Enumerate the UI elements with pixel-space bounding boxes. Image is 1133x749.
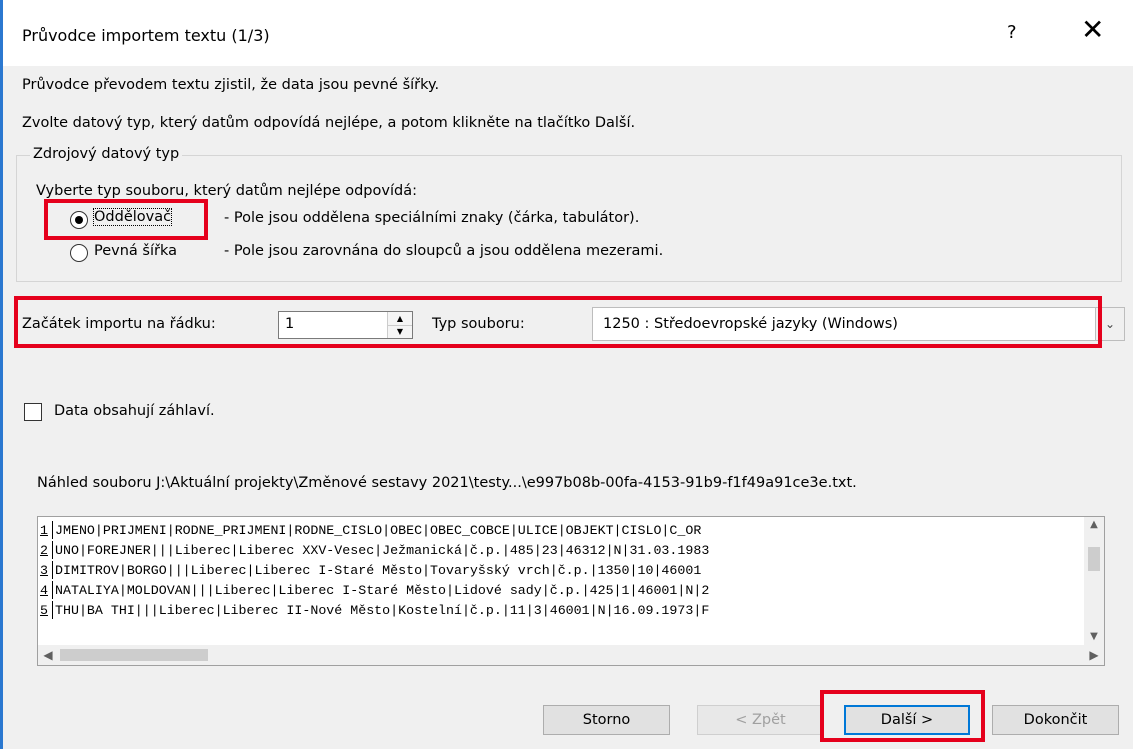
back-button[interactable]: < Zpět xyxy=(697,705,824,735)
scroll-down-icon[interactable]: ▼ xyxy=(1084,629,1104,645)
preview-line: 4 NATALIYA|MOLDOVAN|||Liberec|Liberec I-S… xyxy=(38,581,1086,601)
scroll-up-icon[interactable]: ▲ xyxy=(1084,517,1104,533)
preview-line: 2 UNO|FOREJNER|||Liberec|Liberec XXV-Vese… xyxy=(38,541,1086,561)
preview-line: 3 DIMITROV|BORGO|||Liberec|Liberec I-Star… xyxy=(38,561,1086,581)
preview-horizontal-scrollbar[interactable]: ◀ ▶ xyxy=(38,645,1104,665)
line-number: 1 xyxy=(40,523,48,538)
cancel-button[interactable]: Storno xyxy=(543,705,670,735)
preview-caption: Náhled souboru J:\Aktuální projekty\Změn… xyxy=(37,475,857,491)
line-text: THU|BA THI|||Liberec|Liberec II-Nové Měs… xyxy=(55,603,710,618)
line-separator xyxy=(52,581,53,600)
line-number: 5 xyxy=(40,603,48,618)
vertical-scroll-thumb[interactable] xyxy=(1088,547,1100,571)
line-separator xyxy=(52,561,53,580)
line-separator xyxy=(52,541,53,560)
radio-fixed-width-description: - Pole jsou zarovnána do sloupců a jsou … xyxy=(224,243,664,259)
window-title: Průvodce importem textu (1/3) xyxy=(22,26,270,45)
radio-fixed-width[interactable] xyxy=(70,244,88,262)
line-separator xyxy=(52,601,53,620)
line-separator xyxy=(52,521,53,540)
highlight-box-delimited xyxy=(44,199,208,240)
window-left-edge xyxy=(0,0,3,749)
header-checkbox-label[interactable]: Data obsahují záhlaví. xyxy=(54,403,215,419)
horizontal-scroll-thumb[interactable] xyxy=(60,649,208,661)
header-checkbox[interactable] xyxy=(24,403,42,421)
highlight-box-next xyxy=(820,690,985,742)
highlight-box-import-settings xyxy=(14,296,1102,348)
finish-button[interactable]: Dokončit xyxy=(992,705,1119,735)
close-button[interactable]: ✕ xyxy=(1081,16,1104,44)
scroll-right-icon[interactable]: ▶ xyxy=(1084,645,1104,665)
line-text: UNO|FOREJNER|||Liberec|Liberec XXV-Vesec… xyxy=(55,543,710,558)
preview-lines: 1 JMENO|PRIJMENI|RODNE_PRIJMENI|RODNE_CIS… xyxy=(38,521,1086,639)
source-type-prompt: Vyberte typ souboru, který datům nejlépe… xyxy=(36,183,417,199)
line-text: JMENO|PRIJMENI|RODNE_PRIJMENI|RODNE_CISL… xyxy=(55,523,702,538)
help-button[interactable]: ? xyxy=(1007,22,1017,43)
line-number: 2 xyxy=(40,543,48,558)
line-text: DIMITROV|BORGO|||Liberec|Liberec I-Staré… xyxy=(55,563,702,578)
preview-line: 5 THU|BA THI|||Liberec|Liberec II-Nové Mě… xyxy=(38,601,1086,621)
preview-vertical-scrollbar[interactable]: ▲ ▼ xyxy=(1084,517,1104,645)
file-preview[interactable]: 1 JMENO|PRIJMENI|RODNE_PRIJMENI|RODNE_CIS… xyxy=(37,516,1105,666)
line-text: NATALIYA|MOLDOVAN|||Liberec|Liberec I-St… xyxy=(55,583,710,598)
scroll-left-icon[interactable]: ◀ xyxy=(38,645,58,665)
intro-line-2: Zvolte datový typ, který datům odpovídá … xyxy=(22,115,636,131)
line-number: 3 xyxy=(40,563,48,578)
line-number: 4 xyxy=(40,583,48,598)
source-type-group-title: Zdrojový datový typ xyxy=(30,146,183,162)
intro-line-1: Průvodce převodem textu zjistil, že data… xyxy=(22,77,440,93)
radio-fixed-width-label[interactable]: Pevná šířka xyxy=(94,243,177,259)
preview-line: 1 JMENO|PRIJMENI|RODNE_PRIJMENI|RODNE_CIS… xyxy=(38,521,1086,541)
radio-delimited-description: - Pole jsou oddělena speciálními znaky (… xyxy=(224,210,640,226)
